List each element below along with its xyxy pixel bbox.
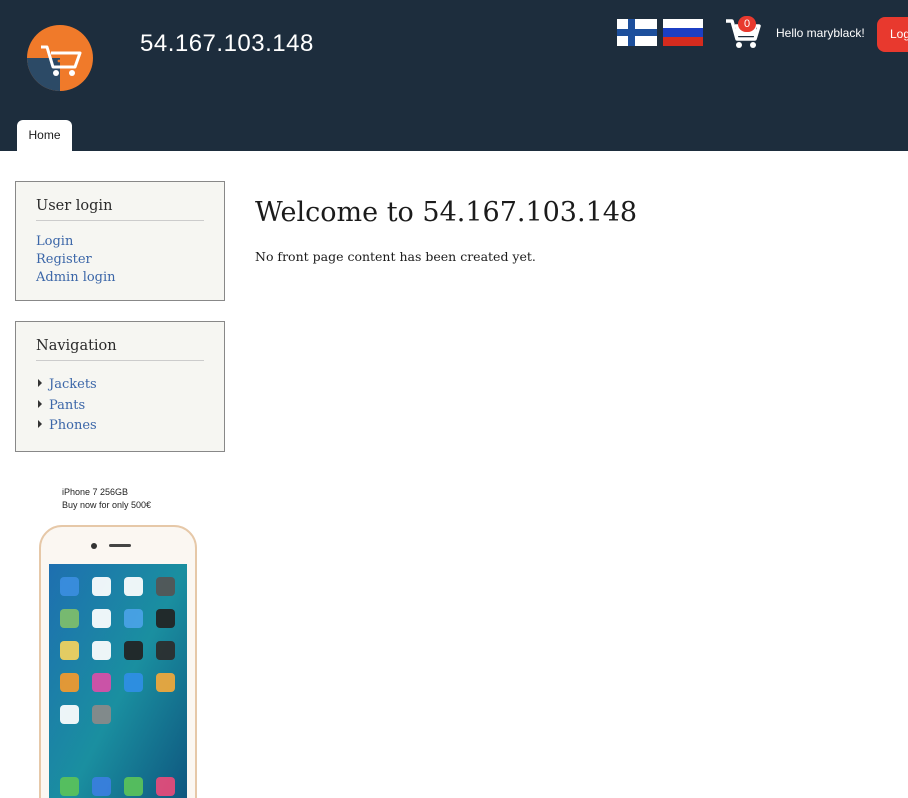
ad-headline: iPhone 7 256GB (62, 487, 129, 497)
admin-login-link[interactable]: Admin login (36, 269, 116, 287)
russian-flag-icon[interactable] (663, 19, 703, 46)
iphone-ad-banner[interactable]: iPhone 7 256GB Buy now for only 500€ (15, 475, 225, 798)
nav-item-phones: Phones (36, 416, 97, 437)
nav-item-jackets: Jackets (36, 375, 97, 396)
navigation-block: Navigation Jackets Pants Phones (15, 321, 225, 452)
divider (36, 360, 204, 361)
bullet-arrow-icon (38, 399, 42, 408)
block-title: Navigation (36, 338, 117, 354)
site-name[interactable]: 54.167.103.148 (140, 30, 314, 58)
register-link[interactable]: Register (36, 251, 116, 269)
bullet-arrow-icon (38, 420, 42, 428)
nav-item-pants: Pants (36, 396, 97, 417)
cart-count-badge: 0 (738, 16, 756, 32)
nav-link-pants[interactable]: Pants (49, 398, 85, 413)
navigation-list: Jackets Pants Phones (36, 375, 97, 437)
site-header: 54.167.103.148 0 Hello maryblack! Log ou… (0, 0, 908, 151)
logout-button[interactable]: Log out (877, 17, 908, 52)
cart-logo-icon[interactable] (27, 25, 93, 91)
nav-link-phones[interactable]: Phones (49, 418, 97, 433)
block-title: User login (36, 198, 113, 214)
finnish-flag-icon[interactable] (617, 19, 657, 46)
page-body-text: No front page content has been created y… (255, 249, 536, 264)
user-greeting: Hello maryblack! (776, 26, 865, 40)
ad-subline: Buy now for only 500€ (62, 500, 152, 510)
page-title: Welcome to 54.167.103.148 (255, 197, 638, 228)
login-link[interactable]: Login (36, 233, 116, 251)
user-login-block: User login Login Register Admin login (15, 181, 225, 301)
bullet-arrow-icon (38, 379, 42, 387)
nav-link-jackets[interactable]: Jackets (49, 377, 97, 392)
tab-home[interactable]: Home (17, 120, 72, 151)
divider (36, 220, 204, 221)
iphone-image (39, 525, 197, 798)
